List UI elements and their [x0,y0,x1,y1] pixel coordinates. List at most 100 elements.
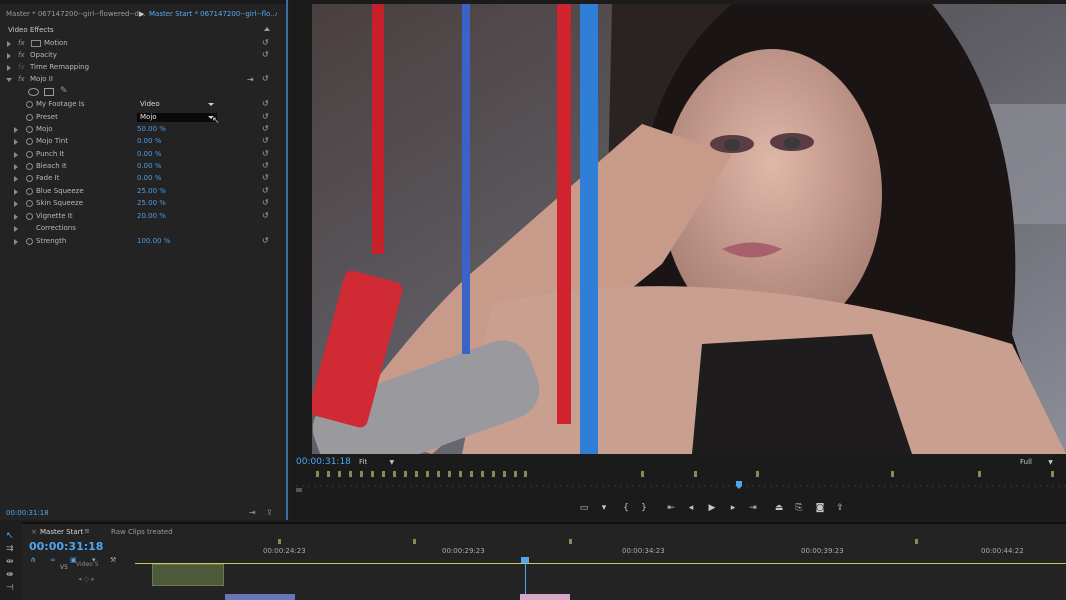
timeline-marker[interactable] [278,539,281,544]
timeline-marker[interactable] [413,539,416,544]
stopwatch-icon[interactable] [26,126,33,133]
stopwatch-icon[interactable] [26,114,33,121]
reset-icon[interactable]: ↺ [262,187,270,195]
program-video-frame[interactable] [312,4,1066,454]
video-clip-thumbnail[interactable] [152,564,224,586]
step-back-icon[interactable]: ◂ [685,502,697,514]
expand-icon[interactable] [7,41,11,47]
clip-arrow-icon[interactable]: ▶ [139,10,144,18]
stopwatch-icon[interactable] [26,163,33,170]
stopwatch-icon[interactable] [26,238,33,245]
reset-icon[interactable]: ↺ [262,39,270,47]
expand-icon[interactable] [14,226,18,232]
reset-icon[interactable]: ↺ [262,174,270,182]
stopwatch-icon[interactable] [26,213,33,220]
linked-selection-icon[interactable]: ∞ [50,556,56,564]
track-select-tool-icon[interactable]: ⇉ [6,544,14,554]
lift-icon[interactable]: ⏏ [773,502,785,514]
param-value[interactable]: 0.00 % [137,150,161,158]
extract-icon[interactable]: ⎘ [793,502,805,514]
stopwatch-icon[interactable] [26,175,33,182]
tab-menu-icon[interactable]: ≡ [84,527,90,535]
step-forward-icon[interactable]: ▸ [727,502,739,514]
reset-icon[interactable]: ↺ [262,150,270,158]
effect-row-time-remapping[interactable]: fx Time Remapping [0,63,286,75]
selection-tool-icon[interactable]: ↖ [6,531,14,541]
expand-icon[interactable] [14,164,18,170]
reset-icon[interactable]: ↺ [262,125,270,133]
expand-icon[interactable] [14,201,18,207]
track-toggle[interactable]: V5 [60,564,68,571]
effect-row-motion[interactable]: fx Motion ↺ [0,39,286,51]
fx-icon[interactable]: fx [18,51,25,59]
param-value[interactable]: 100.00 % [137,237,170,245]
expand-icon[interactable] [14,239,18,245]
param-value[interactable]: 0.00 % [137,162,161,170]
panel-menu-icon[interactable]: ‹ [275,10,278,18]
program-timecode[interactable]: 00:00:31:18 [296,457,351,467]
reset-icon[interactable]: ↺ [262,100,270,108]
safe-margins-icon[interactable]: ▭ [578,502,590,514]
wrench-icon[interactable]: ⚒ [110,556,116,564]
ellipse-mask-icon[interactable] [28,88,39,96]
reset-icon[interactable]: ↺ [262,137,270,145]
footage-type-dropdown[interactable]: Video [137,100,217,109]
param-value[interactable]: 25.00 % [137,187,166,195]
time-ruler[interactable]: 00:00:24:23 00:00:29:23 00:00:34:23 00:0… [135,538,1066,563]
reset-icon[interactable]: ↺ [262,237,270,245]
param-value[interactable]: 25.00 % [137,199,166,207]
fx-icon[interactable]: fx [18,75,25,83]
fx-icon[interactable]: fx [18,63,25,71]
scroll-up-icon[interactable] [264,27,270,31]
effect-row-mojo[interactable]: fx Mojo II ⇥ ↺ [0,75,286,87]
stopwatch-icon[interactable] [26,188,33,195]
expand-icon[interactable] [14,214,18,220]
param-value[interactable]: 20.00 % [137,212,166,220]
keyframe-nav-icon[interactable]: ◂ ◇ ▸ [78,575,95,583]
fx-icon[interactable]: fx [18,39,25,47]
button-editor-icon[interactable]: ⇪ [834,502,846,514]
reset-icon[interactable]: ↺ [262,51,270,59]
expand-icon[interactable] [14,127,18,133]
reset-icon[interactable]: ↺ [262,75,270,83]
timeline-tab-active[interactable]: Master Start [40,528,83,536]
close-icon[interactable]: × [31,528,37,536]
reset-icon[interactable]: ↺ [262,199,270,207]
expand-icon[interactable] [7,53,11,59]
stopwatch-icon[interactable] [26,151,33,158]
footer-timecode[interactable]: 00:00:31:18 [6,509,49,517]
rectangle-mask-icon[interactable] [44,88,54,96]
work-area-bar[interactable] [135,563,1066,564]
timeline-tab-other[interactable]: Raw Clips treated [111,528,173,536]
pen-mask-icon[interactable]: ✎ [60,86,68,96]
expand-icon[interactable] [14,139,18,145]
effect-settings-icon[interactable]: ⇥ [247,75,254,84]
export-icon[interactable]: ⇪ [266,508,273,517]
video-clip[interactable] [225,594,295,600]
resolution-select[interactable]: Full ▼ [1020,458,1053,466]
param-value[interactable]: 0.00 % [137,137,161,145]
timeline-timecode[interactable]: 00:00:31:18 [29,540,103,553]
mark-out-icon[interactable]: } [638,502,650,514]
stopwatch-icon[interactable] [26,138,33,145]
master-clip-tab[interactable]: Master * 067147200--girl--flowered--d... [6,10,146,18]
play-icon[interactable]: ▶ [706,502,718,514]
timeline-marker[interactable] [915,539,918,544]
mark-in-icon[interactable]: { [620,502,632,514]
param-value[interactable]: 0.00 % [137,174,161,182]
export-frame-icon[interactable]: ◙ [814,502,826,514]
reset-icon[interactable]: ↺ [262,113,270,121]
expand-icon[interactable] [14,176,18,182]
go-to-out-icon[interactable]: ⇥ [747,502,759,514]
reset-icon[interactable]: ↺ [262,212,270,220]
program-scrub-bar[interactable] [296,468,1066,492]
go-to-in-icon[interactable]: ⇤ [665,502,677,514]
param-value[interactable]: 50.00 % [137,125,166,133]
ripple-edit-tool-icon[interactable]: ⇹ [6,557,14,567]
effect-row-opacity[interactable]: fx Opacity ↺ [0,51,286,63]
rolling-edit-tool-icon[interactable]: ⇼ [6,570,14,580]
video-clip[interactable] [520,594,570,600]
preset-dropdown[interactable]: Mojo [137,113,217,122]
stopwatch-icon[interactable] [26,200,33,207]
zoom-select[interactable]: Fit ▼ [359,458,394,466]
